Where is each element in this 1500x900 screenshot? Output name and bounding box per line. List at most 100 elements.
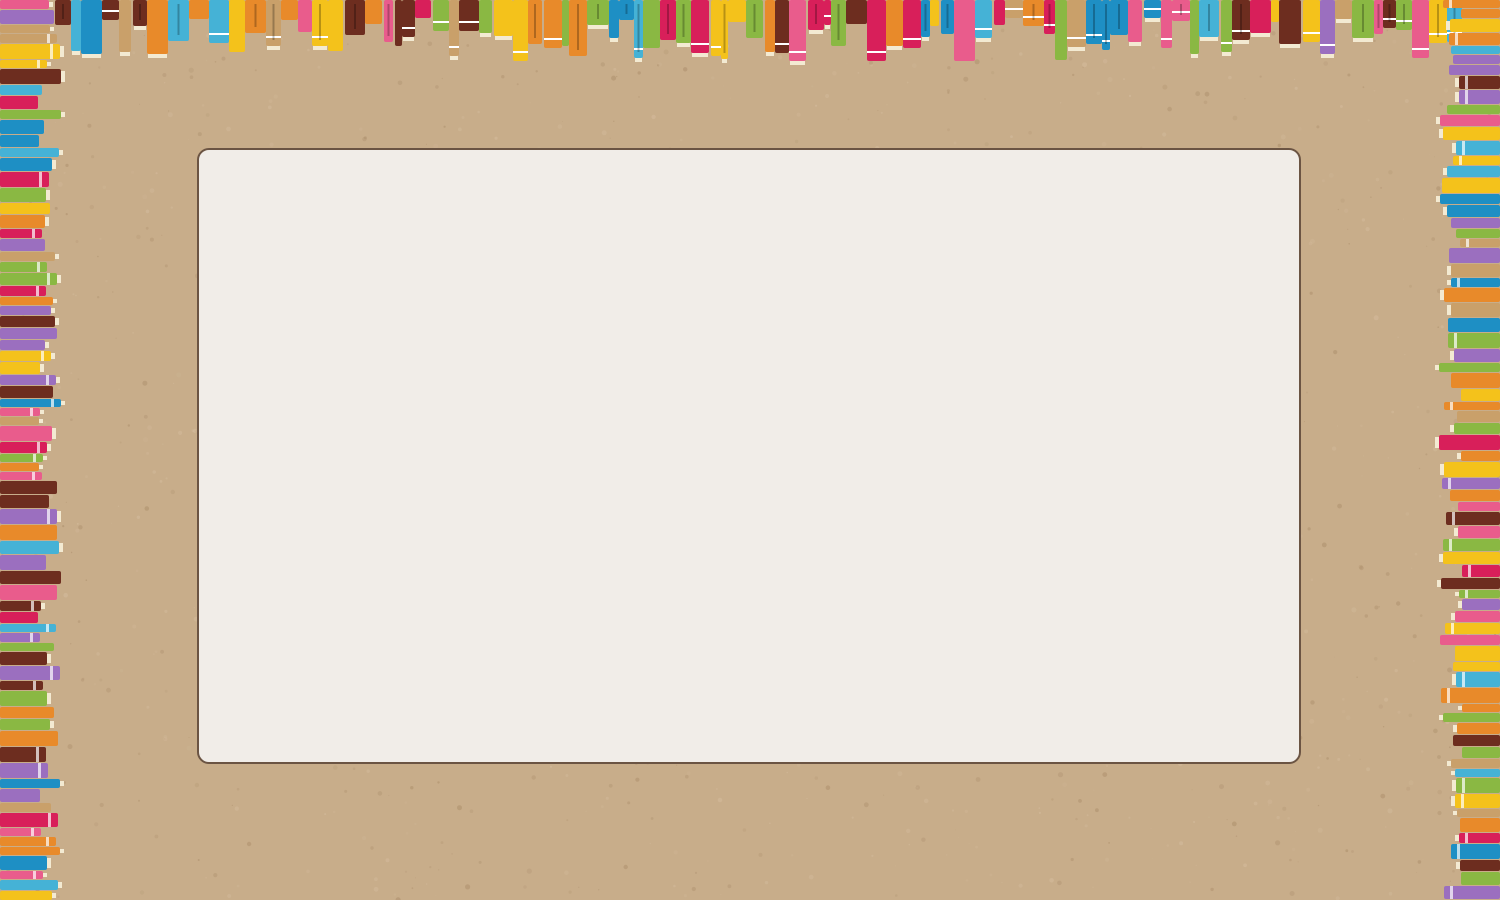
stacked-book bbox=[1450, 490, 1500, 501]
stacked-book bbox=[0, 34, 57, 43]
stacked-book bbox=[0, 643, 54, 651]
stacked-book bbox=[0, 399, 65, 407]
stacked-book bbox=[0, 0, 53, 9]
book-spine bbox=[433, 0, 449, 31]
book-cover bbox=[1128, 0, 1142, 42]
stacked-book bbox=[1441, 688, 1500, 703]
book-cover bbox=[0, 871, 43, 879]
book-cover bbox=[0, 135, 39, 147]
book-cover bbox=[1055, 0, 1067, 60]
book-band bbox=[38, 763, 41, 778]
stacked-book bbox=[1439, 552, 1500, 564]
book-stripe bbox=[723, 4, 726, 53]
book-spine bbox=[147, 0, 168, 58]
book-spine bbox=[281, 0, 298, 20]
stacked-book bbox=[0, 120, 44, 134]
book-spine bbox=[1044, 0, 1055, 34]
book-spine bbox=[660, 0, 676, 40]
stacked-book bbox=[0, 417, 43, 425]
book-spine bbox=[954, 0, 975, 61]
book-cover bbox=[0, 779, 60, 788]
book-cover bbox=[1448, 318, 1500, 332]
book-band bbox=[39, 172, 42, 187]
book-spine bbox=[395, 0, 402, 46]
book-cover bbox=[1443, 713, 1500, 722]
book-cover bbox=[1451, 264, 1500, 277]
book-band bbox=[513, 51, 528, 53]
stacked-book bbox=[1453, 809, 1500, 817]
book-cover bbox=[691, 0, 709, 53]
stacked-book bbox=[0, 215, 49, 228]
book-spine bbox=[1303, 0, 1320, 42]
book-spine bbox=[1086, 0, 1102, 44]
stacked-book bbox=[0, 188, 50, 202]
stacked-book bbox=[1451, 844, 1500, 859]
book-cover bbox=[1447, 166, 1500, 177]
stacked-book bbox=[1439, 127, 1500, 140]
stacked-book bbox=[0, 856, 51, 870]
book-cover bbox=[71, 0, 81, 51]
book-spine bbox=[81, 0, 102, 58]
book-stripe bbox=[815, 4, 817, 24]
book-band bbox=[47, 273, 50, 285]
book-spine bbox=[831, 0, 846, 46]
stacked-book bbox=[0, 828, 41, 836]
book-band bbox=[975, 28, 992, 30]
book-spine bbox=[1279, 0, 1301, 48]
book-band bbox=[903, 38, 921, 40]
book-stripe bbox=[272, 4, 275, 40]
book-spine bbox=[513, 0, 528, 61]
stacked-book bbox=[0, 229, 42, 238]
book-spine bbox=[544, 0, 562, 48]
stacked-book bbox=[1448, 318, 1500, 332]
book-cover bbox=[1454, 349, 1500, 362]
book-band bbox=[36, 747, 39, 762]
book-stripe bbox=[319, 4, 321, 40]
book-band bbox=[1412, 48, 1429, 50]
book-cover bbox=[0, 426, 52, 441]
stacked-book bbox=[0, 731, 58, 746]
book-cover bbox=[395, 0, 402, 46]
stacked-book bbox=[1447, 105, 1500, 114]
stacked-book bbox=[1460, 818, 1500, 832]
stacked-book bbox=[0, 286, 46, 296]
stacked-book bbox=[0, 239, 45, 251]
book-band bbox=[33, 454, 36, 462]
stacked-book bbox=[0, 472, 42, 480]
book-stripe bbox=[597, 4, 599, 19]
book-spine bbox=[328, 0, 343, 51]
book-stripe bbox=[1377, 4, 1380, 28]
book-band bbox=[32, 229, 35, 238]
book-cover bbox=[1190, 0, 1199, 54]
book-cover bbox=[1444, 288, 1500, 302]
stacked-book bbox=[0, 351, 55, 361]
book-band bbox=[1320, 44, 1335, 46]
book-band bbox=[1455, 33, 1458, 45]
stacked-book bbox=[0, 44, 64, 59]
stacked-book bbox=[0, 666, 60, 680]
stacked-book bbox=[1452, 778, 1500, 793]
stacked-book bbox=[0, 252, 59, 261]
book-spine bbox=[587, 0, 609, 29]
book-stripe bbox=[354, 4, 356, 29]
book-cover bbox=[1453, 662, 1500, 671]
stacked-book bbox=[0, 571, 61, 584]
book-cover bbox=[1457, 411, 1500, 422]
book-spine bbox=[846, 0, 867, 24]
book-cover bbox=[494, 0, 513, 36]
book-stripe bbox=[577, 4, 579, 50]
book-band bbox=[1449, 0, 1452, 8]
stacked-book bbox=[0, 454, 47, 462]
book-stripe bbox=[534, 4, 536, 38]
book-cover bbox=[1455, 611, 1500, 622]
stacked-book bbox=[0, 707, 54, 718]
stacked-book bbox=[1444, 886, 1500, 899]
book-cover bbox=[1462, 747, 1500, 758]
stacked-book bbox=[1437, 578, 1500, 589]
book-band bbox=[51, 399, 54, 407]
book-band bbox=[1468, 565, 1471, 577]
book-spine bbox=[1383, 0, 1396, 28]
stacked-book bbox=[0, 779, 64, 788]
stacked-book bbox=[0, 612, 38, 623]
stacked-book bbox=[0, 847, 64, 855]
